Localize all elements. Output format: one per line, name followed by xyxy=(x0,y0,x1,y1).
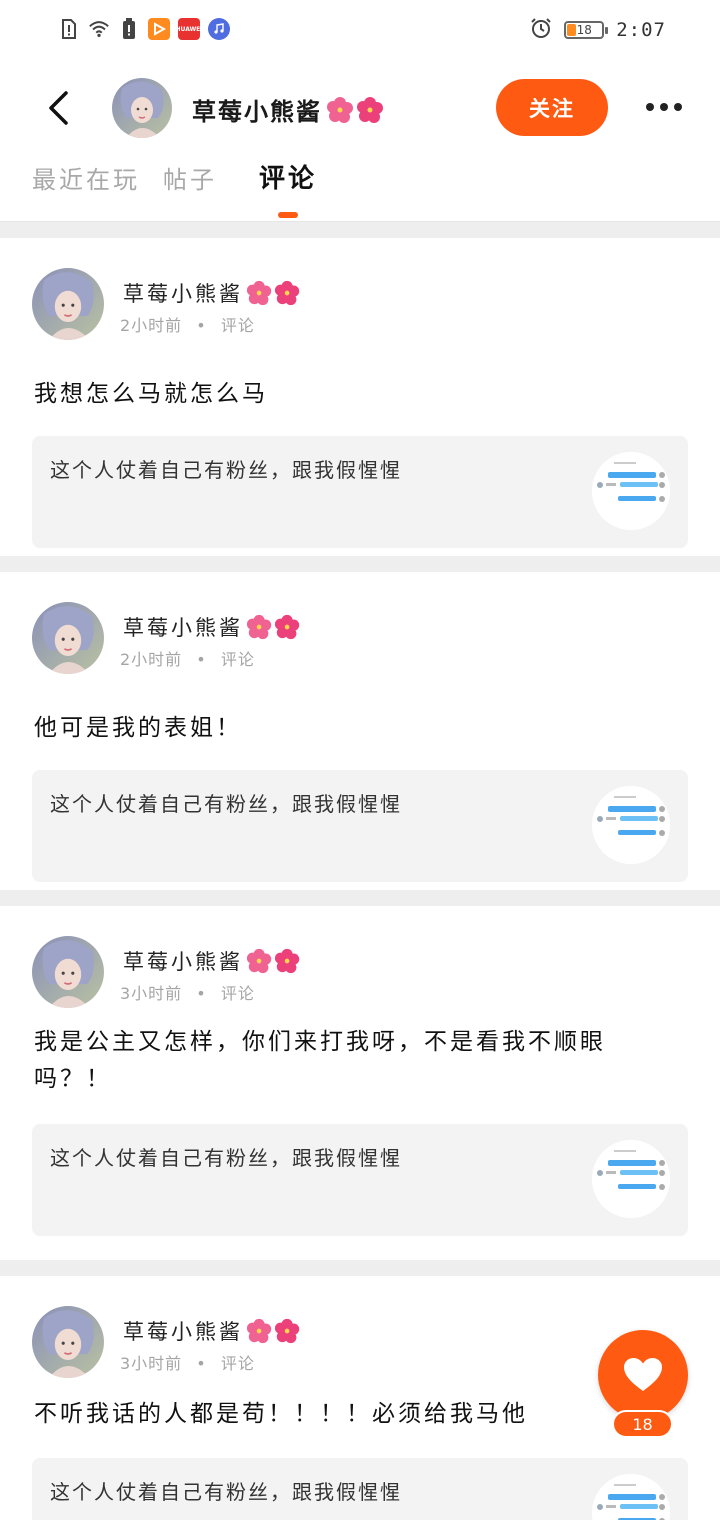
flower-emoji-icon xyxy=(327,96,383,123)
chat-screenshot-thumbnail xyxy=(592,1474,670,1520)
comment-card[interactable]: 草莓小熊酱 3小时前 • 评论 我是公主又怎样，你们来打我呀，不是看我不顺眼吗？… xyxy=(0,906,720,1260)
comment-text: 他可是我的表姐！ xyxy=(34,715,242,741)
battery-fill xyxy=(567,24,577,36)
comment-type: 评论 xyxy=(220,316,255,335)
status-bar: HUAWEI 18 2:07 xyxy=(0,0,720,60)
tab-active-indicator xyxy=(278,212,298,218)
meta-separator: • xyxy=(196,984,207,1003)
feed-divider xyxy=(0,222,720,238)
comment-username[interactable]: 草莓小熊酱 xyxy=(123,946,303,976)
quoted-post-thumbnail xyxy=(592,1474,670,1520)
back-button[interactable] xyxy=(36,86,80,130)
comment-card[interactable]: 草莓小熊酱 2小时前 • 评论 我想怎么马就怎么马 这个人仗着自己有粉丝，跟我假… xyxy=(0,238,720,556)
profile-username: 草莓小熊酱 xyxy=(192,92,386,127)
comment-type: 评论 xyxy=(220,984,255,1003)
sim-alert-icon xyxy=(58,18,80,40)
comment-avatar[interactable] xyxy=(32,1306,104,1378)
quoted-post-text: 这个人仗着自己有粉丝，跟我假惺惺 xyxy=(50,792,402,816)
flower-emoji-icon xyxy=(246,614,300,640)
comment-text: 不听我话的人都是苟！！！！必须给我马他 xyxy=(34,1401,528,1427)
comment-username[interactable]: 草莓小熊酱 xyxy=(123,1316,303,1346)
battery-level: 18 xyxy=(576,23,592,37)
feed-divider xyxy=(0,890,720,906)
comment-username[interactable]: 草莓小熊酱 xyxy=(123,278,303,308)
heart-icon xyxy=(624,1358,662,1391)
quoted-post[interactable]: 这个人仗着自己有粉丝，跟我假惺惺 xyxy=(32,1458,688,1520)
comment-username-text: 草莓小熊酱 xyxy=(123,282,243,306)
wifi-icon xyxy=(88,18,110,40)
feed-divider xyxy=(0,556,720,572)
feed-divider xyxy=(0,1260,720,1276)
video-app-icon xyxy=(148,18,170,40)
tab-posts[interactable]: 帖子 xyxy=(163,160,217,195)
comment-username-text: 草莓小熊酱 xyxy=(123,616,243,640)
comment-username[interactable]: 草莓小熊酱 xyxy=(123,612,303,642)
comment-text: 我是公主又怎样，你们来打我呀，不是看我不顺眼吗？！ xyxy=(34,1029,606,1092)
comment-username-text: 草莓小熊酱 xyxy=(123,950,243,974)
more-options-button[interactable] xyxy=(640,92,688,122)
status-icons-right: 18 2:07 xyxy=(530,17,666,43)
flower-emoji-icon xyxy=(246,948,300,974)
comment-time: 3小时前 xyxy=(120,984,183,1003)
meta-separator: • xyxy=(196,650,207,669)
comment-avatar[interactable] xyxy=(32,268,104,340)
profile-username-text: 草莓小熊酱 xyxy=(192,98,322,126)
comment-type: 评论 xyxy=(220,1354,255,1373)
more-dot-icon xyxy=(646,103,654,111)
comment-feed: 草莓小熊酱 2小时前 • 评论 我想怎么马就怎么马 这个人仗着自己有粉丝，跟我假… xyxy=(0,222,720,1520)
battery-saver-icon xyxy=(118,18,140,40)
quoted-post-thumbnail xyxy=(592,1140,670,1218)
quoted-post[interactable]: 这个人仗着自己有粉丝，跟我假惺惺 xyxy=(32,436,688,548)
quoted-post[interactable]: 这个人仗着自己有粉丝，跟我假惺惺 xyxy=(32,1124,688,1236)
comment-meta: 3小时前 • 评论 xyxy=(120,980,255,1004)
comment-meta: 3小时前 • 评论 xyxy=(120,1350,255,1374)
avatar-image xyxy=(112,78,172,138)
music-app-icon xyxy=(208,18,230,40)
status-time: 2:07 xyxy=(616,19,666,41)
comment-type: 评论 xyxy=(220,650,255,669)
quoted-post[interactable]: 这个人仗着自己有粉丝，跟我假惺惺 xyxy=(32,770,688,882)
comment-time: 2小时前 xyxy=(120,316,183,335)
profile-tabs: 最近在玩 帖子 评论 xyxy=(0,150,720,222)
chat-screenshot-thumbnail xyxy=(592,786,670,864)
comment-time: 3小时前 xyxy=(120,1354,183,1373)
battery-indicator: 18 xyxy=(564,21,609,39)
avatar-image xyxy=(32,268,104,340)
follow-button[interactable]: 关注 xyxy=(496,79,608,136)
comment-card[interactable]: 草莓小熊酱 2小时前 • 评论 他可是我的表姐！ 这个人仗着自己有粉丝，跟我假惺… xyxy=(0,572,720,890)
meta-separator: • xyxy=(196,316,207,335)
like-button[interactable] xyxy=(598,1330,688,1420)
more-dot-icon xyxy=(660,103,668,111)
huawei-video-icon: HUAWEI xyxy=(175,18,203,40)
comment-avatar[interactable] xyxy=(32,602,104,674)
comment-text: 我想怎么马就怎么马 xyxy=(34,381,268,407)
comment-time: 2小时前 xyxy=(120,650,183,669)
chat-screenshot-thumbnail xyxy=(592,1140,670,1218)
profile-header: 草莓小熊酱 关注 xyxy=(0,70,720,150)
avatar-image xyxy=(32,1306,104,1378)
comment-avatar[interactable] xyxy=(32,936,104,1008)
flower-emoji-icon xyxy=(246,1318,300,1344)
back-arrow-icon xyxy=(49,91,68,125)
alarm-icon xyxy=(530,17,552,43)
tab-recently-played[interactable]: 最近在玩 xyxy=(32,160,140,195)
meta-separator: • xyxy=(196,1354,207,1373)
avatar-image xyxy=(32,936,104,1008)
flower-emoji-icon xyxy=(246,280,300,306)
status-icons-left: HUAWEI xyxy=(58,18,230,40)
profile-avatar[interactable] xyxy=(112,78,172,138)
tab-comments[interactable]: 评论 xyxy=(259,158,317,195)
more-dot-icon xyxy=(674,103,682,111)
comment-meta: 2小时前 • 评论 xyxy=(120,646,255,670)
quoted-post-text: 这个人仗着自己有粉丝，跟我假惺惺 xyxy=(50,1146,402,1170)
like-count: 18 xyxy=(612,1410,673,1438)
chat-screenshot-thumbnail xyxy=(592,452,670,530)
avatar-image xyxy=(32,602,104,674)
quoted-post-thumbnail xyxy=(592,786,670,864)
quoted-post-text: 这个人仗着自己有粉丝，跟我假惺惺 xyxy=(50,458,402,482)
comment-username-text: 草莓小熊酱 xyxy=(123,1320,243,1344)
quoted-post-text: 这个人仗着自己有粉丝，跟我假惺惺 xyxy=(50,1480,402,1504)
comment-meta: 2小时前 • 评论 xyxy=(120,312,255,336)
quoted-post-thumbnail xyxy=(592,452,670,530)
